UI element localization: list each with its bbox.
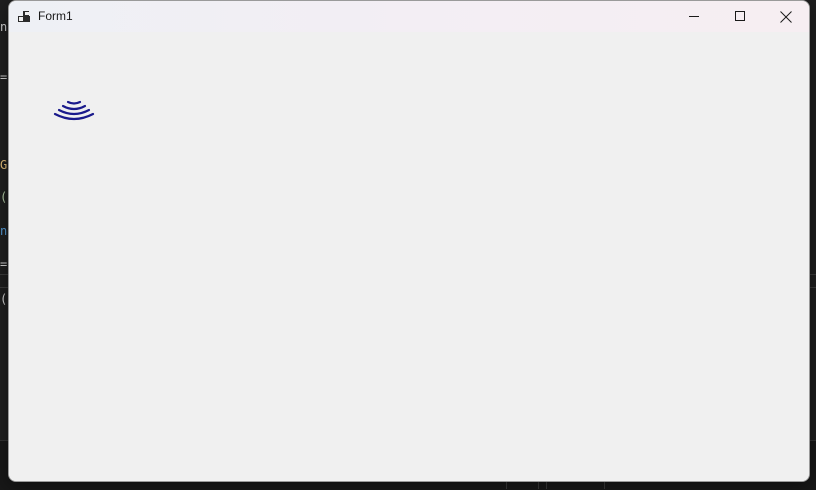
maximize-icon — [734, 11, 746, 22]
window-title: Form1 — [38, 9, 73, 23]
editor-fragment: G — [0, 158, 8, 172]
minimize-icon — [688, 11, 700, 22]
editor-fragment: = — [0, 70, 8, 84]
form-client-area — [9, 32, 809, 481]
close-icon — [780, 10, 792, 23]
editor-fragment: = — [0, 257, 8, 271]
app-icon — [18, 10, 31, 22]
wifi-signal-icon — [53, 100, 95, 122]
title-bar[interactable]: Form1 — [9, 1, 809, 32]
minimize-button[interactable] — [671, 1, 717, 32]
close-button[interactable] — [763, 1, 809, 32]
form-window: Form1 — [8, 0, 810, 482]
maximize-button[interactable] — [717, 1, 763, 32]
